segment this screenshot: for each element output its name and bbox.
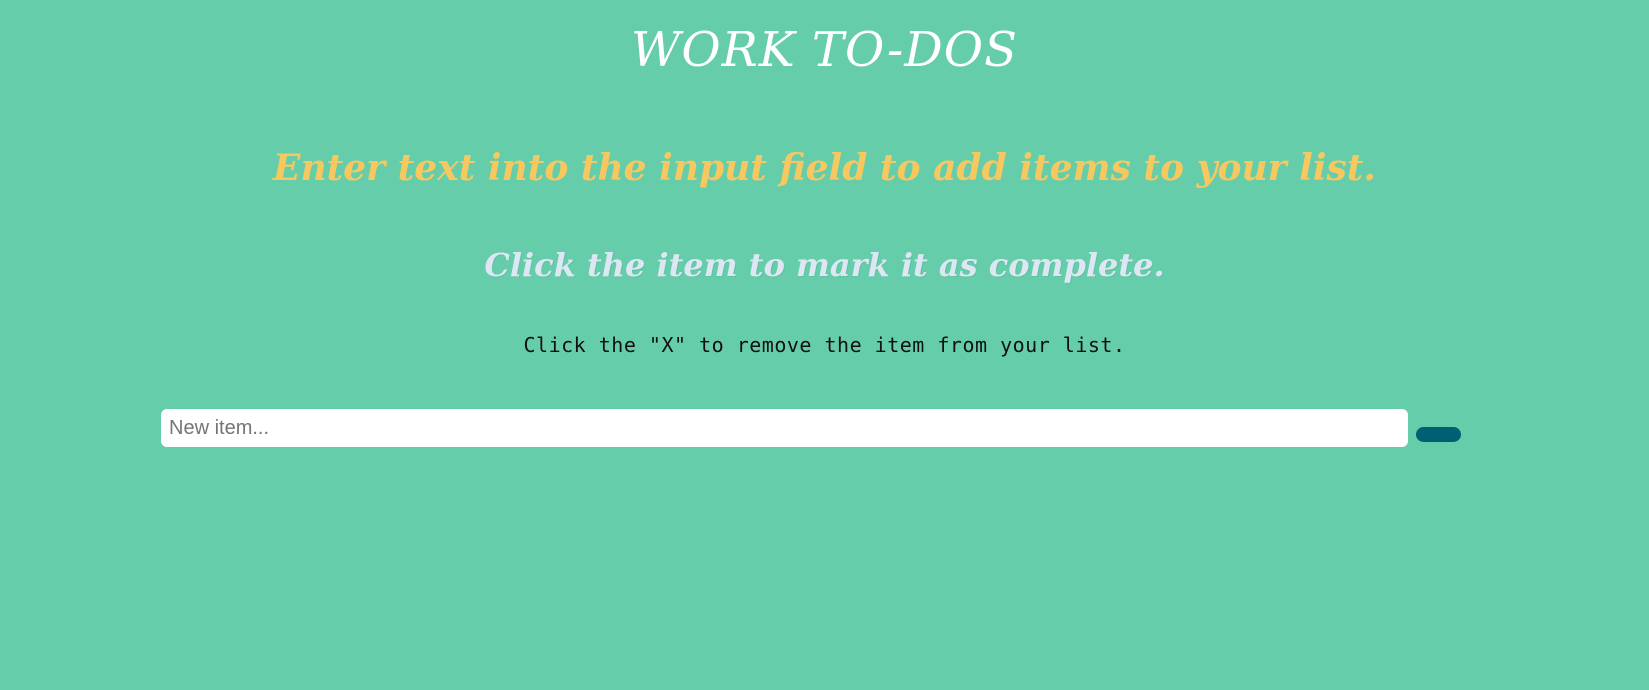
instruction-add-items: Enter text into the input field to add i… (273, 147, 1376, 189)
new-item-input[interactable] (161, 409, 1408, 447)
page-title: WORK TO-DOS (630, 22, 1018, 78)
instruction-mark-complete: Click the item to mark it as complete. (484, 246, 1165, 284)
instruction-remove-item: Click the "X" to remove the item from yo… (523, 333, 1126, 357)
add-item-form (161, 409, 1461, 447)
add-item-button[interactable] (1416, 427, 1461, 442)
